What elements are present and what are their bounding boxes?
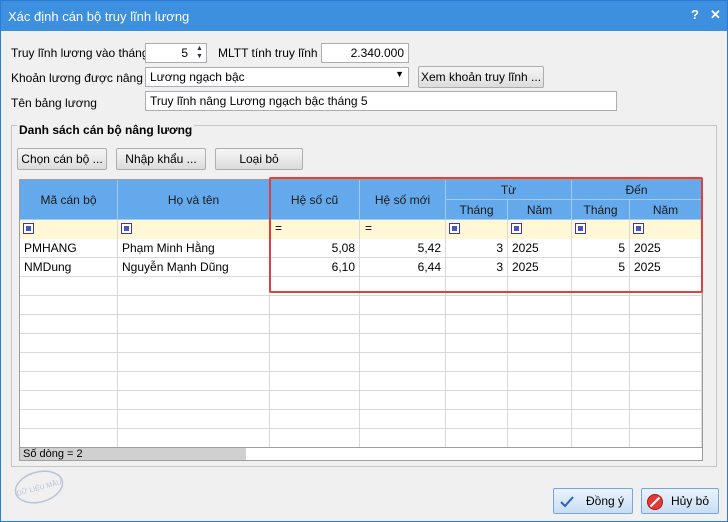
cell-name[interactable]: Phạm Minh Hằng: [118, 239, 270, 258]
empty-row: [20, 410, 702, 429]
cell-name[interactable]: Nguyễn Mạnh Dũng: [118, 258, 270, 277]
col-header-code[interactable]: Mã cán bộ: [20, 180, 118, 220]
empty-row: [20, 315, 702, 334]
filter-cell[interactable]: [508, 220, 572, 239]
col-header-to: Đến: [572, 180, 702, 200]
empty-row: [20, 429, 702, 448]
dialog-window: Xác định cán bộ truy lĩnh lương ? ✕ Truy…: [0, 0, 728, 522]
month-value: 5: [181, 46, 188, 60]
ok-label: Đồng ý: [586, 494, 625, 508]
empty-row: [20, 391, 702, 410]
filter-cell[interactable]: [572, 220, 630, 239]
salary-type-value: Lương ngạch bậc: [150, 70, 245, 84]
col-header-name[interactable]: Họ và tên: [118, 180, 270, 220]
chevron-down-icon[interactable]: ▼: [395, 69, 404, 79]
cell-from-year[interactable]: 2025: [508, 239, 572, 258]
sheet-name-field[interactable]: Truy lĩnh nâng Lương ngạch bậc tháng 5: [145, 91, 617, 111]
ok-button[interactable]: Đồng ý: [553, 488, 633, 514]
col-header-old-coef[interactable]: Hệ số cũ: [270, 180, 360, 220]
cell-to-month[interactable]: 5: [572, 239, 630, 258]
filter-icon[interactable]: [575, 223, 586, 234]
cancel-icon: [647, 494, 663, 510]
filter-cell[interactable]: [446, 220, 508, 239]
col-header-from: Từ: [446, 180, 572, 200]
col-header-from-year[interactable]: Năm: [508, 200, 572, 220]
window-title: Xác định cán bộ truy lĩnh lương: [8, 9, 190, 24]
view-retro-button[interactable]: Xem khoản truy lĩnh ...: [418, 66, 544, 88]
filter-icon[interactable]: [449, 223, 460, 234]
equals-icon[interactable]: =: [365, 221, 372, 235]
filter-cell[interactable]: [630, 220, 702, 239]
empty-row: [20, 277, 702, 296]
cancel-label: Hủy bỏ: [671, 494, 710, 508]
col-header-new-coef[interactable]: Hệ số mới: [360, 180, 446, 220]
remove-button[interactable]: Loại bỏ: [215, 148, 303, 170]
filter-cell[interactable]: [20, 220, 118, 239]
mltt-field[interactable]: 2.340.000: [321, 43, 409, 63]
cell-to-month[interactable]: 5: [572, 258, 630, 277]
cell-new-coef[interactable]: 6,44: [360, 258, 446, 277]
salary-type-select[interactable]: Lương ngạch bậc ▼: [145, 67, 409, 87]
col-header-from-month[interactable]: Tháng: [446, 200, 508, 220]
cell-from-year[interactable]: 2025: [508, 258, 572, 277]
month-stepper[interactable]: 5 ▲ ▼: [145, 43, 207, 63]
import-button[interactable]: Nhập khẩu ...: [116, 148, 206, 170]
help-button[interactable]: ?: [691, 7, 699, 22]
filter-icon[interactable]: [633, 223, 644, 234]
equals-icon[interactable]: =: [275, 221, 282, 235]
table-row[interactable]: NMDung Nguyễn Mạnh Dũng 6,10 6,44 3 2025…: [20, 258, 702, 277]
sheet-name-label: Tên bảng lương: [11, 96, 97, 110]
cell-old-coef[interactable]: 6,10: [270, 258, 360, 277]
empty-row: [20, 334, 702, 353]
group-title: Danh sách cán bộ nâng lương: [17, 123, 195, 137]
cell-to-year[interactable]: 2025: [630, 258, 702, 277]
spin-arrows-icon[interactable]: ▲ ▼: [194, 45, 205, 62]
mltt-label: MLTT tính truy lĩnh: [218, 46, 318, 60]
filter-row: = =: [20, 220, 702, 239]
cell-from-month[interactable]: 3: [446, 239, 508, 258]
cancel-button[interactable]: Hủy bỏ: [641, 488, 719, 514]
cell-new-coef[interactable]: 5,42: [360, 239, 446, 258]
filter-cell[interactable]: =: [360, 220, 446, 239]
cell-to-year[interactable]: 2025: [630, 239, 702, 258]
empty-row: [20, 372, 702, 391]
empty-row: [20, 353, 702, 372]
sample-data-stamp-icon: DỮ LIỆU MẪU: [14, 470, 64, 504]
empty-row: [20, 296, 702, 315]
filter-cell[interactable]: =: [270, 220, 360, 239]
close-button[interactable]: ✕: [710, 7, 721, 23]
col-header-to-month[interactable]: Tháng: [572, 200, 630, 220]
row-count: Số dòng = 2: [20, 448, 246, 460]
cell-from-month[interactable]: 3: [446, 258, 508, 277]
select-employee-button[interactable]: Chọn cán bộ ...: [17, 148, 107, 170]
checkmark-icon: [560, 496, 574, 508]
cell-code[interactable]: NMDung: [20, 258, 118, 277]
salary-type-label: Khoản lương được nâng: [11, 71, 143, 85]
filter-cell[interactable]: [118, 220, 270, 239]
cell-old-coef[interactable]: 5,08: [270, 239, 360, 258]
filter-icon[interactable]: [511, 223, 522, 234]
table-row[interactable]: PMHANG Phạm Minh Hằng 5,08 5,42 3 2025 5…: [20, 239, 702, 258]
cell-code[interactable]: PMHANG: [20, 239, 118, 258]
col-header-to-year[interactable]: Năm: [630, 200, 702, 220]
title-bar: Xác định cán bộ truy lĩnh lương ? ✕: [1, 1, 727, 31]
filter-icon[interactable]: [121, 223, 132, 234]
employee-grid: Mã cán bộ Họ và tên Hệ số cũ Hệ số mới T…: [19, 179, 703, 461]
month-label: Truy lĩnh lương vào tháng: [11, 46, 149, 60]
filter-icon[interactable]: [23, 223, 34, 234]
grid-status-bar: Số dòng = 2: [20, 447, 702, 460]
